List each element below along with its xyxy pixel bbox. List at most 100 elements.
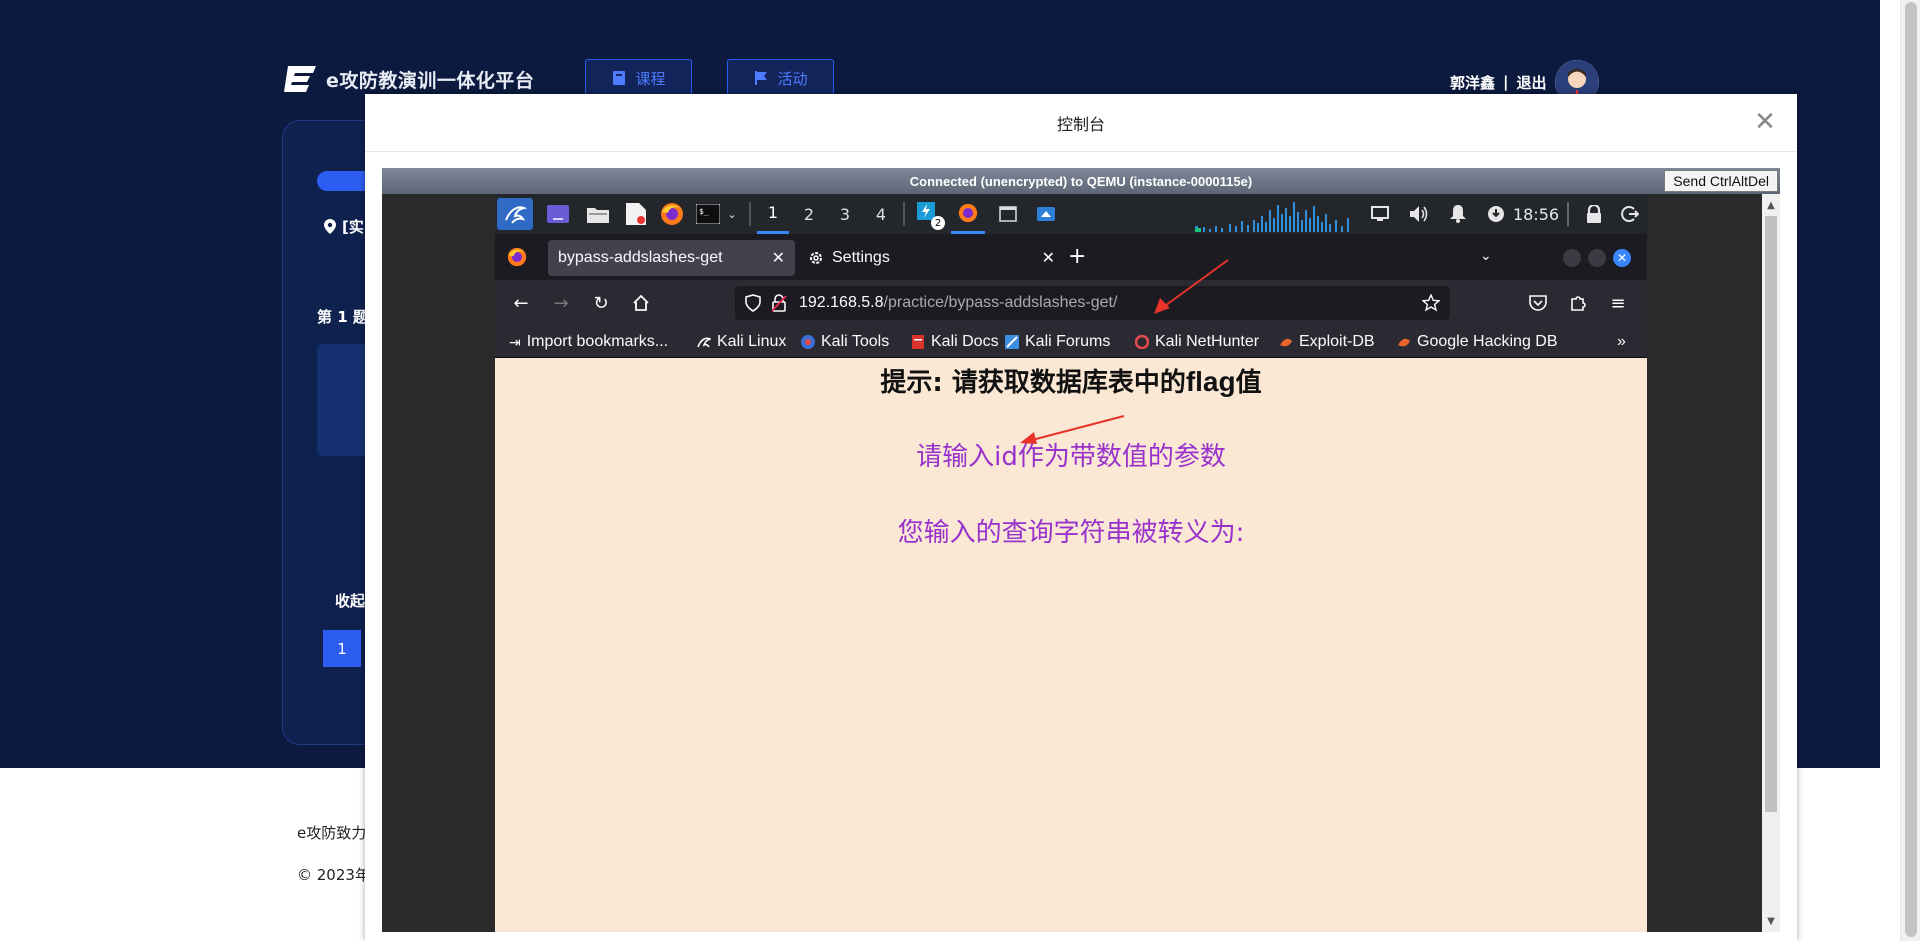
firefox-icon	[661, 203, 683, 225]
ghdb-icon	[1398, 338, 1410, 347]
bookmarks-overflow-icon[interactable]: »	[1617, 330, 1626, 354]
taskbar-app-button[interactable]	[1031, 194, 1061, 234]
bookmark-label: Kali Docs	[931, 333, 999, 350]
url-bar[interactable]: 192.168.5.8/practice/bypass-addslashes-g…	[735, 286, 1450, 320]
menu-hamburger-icon[interactable]: ≡	[1605, 290, 1631, 316]
forward-icon[interactable]: →	[548, 290, 574, 316]
display-button[interactable]	[1365, 194, 1395, 234]
vnc-scrollbar[interactable]: ▲ ▼	[1762, 194, 1780, 932]
bookmark-google-hacking-db[interactable]: Google Hacking DB	[1397, 330, 1558, 354]
nav-activity-button[interactable]: 活动	[727, 59, 834, 97]
bookmark-kali-tools[interactable]: Kali Tools	[801, 330, 889, 354]
kali-top-panel: $_ ⌄ 1 2 3 4 2 18:56	[495, 194, 1647, 234]
home-icon[interactable]	[628, 290, 654, 316]
firefox-icon	[507, 247, 527, 267]
bookmark-import[interactable]: ⇥ Import bookmarks...	[509, 330, 668, 354]
vnc-status-bar: Connected (unencrypted) to QEMU (instanc…	[382, 168, 1780, 194]
bookmark-exploit-db[interactable]: Exploit-DB	[1279, 330, 1375, 354]
notification-badge: 2	[931, 216, 945, 230]
panel-clock[interactable]: 18:56	[1511, 194, 1561, 234]
taskbar-burp-button[interactable]: 2	[913, 194, 945, 234]
updates-button[interactable]	[1481, 194, 1511, 234]
e-logo-icon	[284, 66, 316, 92]
bookmark-kali-forums[interactable]: Kali Forums	[1005, 330, 1110, 354]
maximize-window-button[interactable]	[1588, 249, 1606, 267]
lock-screen-button[interactable]	[1579, 194, 1609, 234]
reload-icon[interactable]: ↻	[588, 290, 614, 316]
nethunter-icon	[1135, 335, 1149, 349]
panel-separator-2	[903, 202, 905, 226]
terminal-launcher-button[interactable]: $_	[693, 194, 723, 234]
chevron-down-icon[interactable]: ⌄	[723, 194, 741, 234]
bookmark-star-icon[interactable]	[1422, 294, 1440, 312]
extensions-icon[interactable]	[1565, 290, 1591, 316]
terminal-window-icon	[999, 206, 1017, 222]
logout-icon	[1621, 206, 1639, 222]
vnc-scrollbar-thumb[interactable]	[1765, 216, 1777, 812]
hint-flag: flag	[1185, 366, 1236, 397]
bookmarks-bar: ⇥ Import bookmarks... Kali Linux Kali To…	[495, 326, 1647, 358]
bookmark-kali-docs[interactable]: Kali Docs	[911, 330, 999, 354]
annotation-arrow-url	[1154, 259, 1229, 314]
back-icon[interactable]: ←	[508, 290, 534, 316]
workspace-1[interactable]: 1	[757, 194, 789, 234]
logout-link[interactable]: 退出	[1517, 72, 1547, 93]
bookmark-kali-linux[interactable]: Kali Linux	[697, 330, 786, 354]
pocket-icon[interactable]	[1525, 290, 1551, 316]
firefox-launcher-button[interactable]	[657, 194, 687, 234]
user-name[interactable]: 郭洋鑫	[1450, 72, 1495, 93]
panel-separator	[749, 202, 751, 226]
notifications-button[interactable]	[1443, 194, 1473, 234]
vnc-status-text: Connected (unencrypted) to QEMU (instanc…	[909, 173, 1253, 189]
text-editor-button[interactable]	[621, 194, 651, 234]
file-manager-button[interactable]	[583, 194, 613, 234]
firefox-nav-bar: ← → ↻ 192.168.5.8/practice/bypass-addsla…	[495, 280, 1647, 326]
workspace-4[interactable]: 4	[865, 194, 897, 234]
workspace-3[interactable]: 3	[829, 194, 861, 234]
new-tab-icon[interactable]: +	[1068, 246, 1086, 268]
cpu-graph	[1195, 194, 1355, 234]
workspace-2[interactable]: 2	[793, 194, 825, 234]
minimize-window-button[interactable]	[1563, 249, 1581, 267]
user-separator: |	[1503, 73, 1509, 91]
tab-bypass-addslashes-get[interactable]: bypass-addslashes-get ✕	[548, 240, 795, 276]
monitor-icon	[1371, 206, 1389, 221]
close-tab-icon[interactable]: ✕	[772, 248, 785, 268]
firefox-view-button[interactable]	[507, 247, 527, 271]
import-icon: ⇥	[509, 333, 521, 350]
logout-power-button[interactable]	[1615, 194, 1645, 234]
kali-desktop[interactable]: $_ ⌄ 1 2 3 4 2 18:56 bypass-addslashes-g…	[495, 194, 1647, 932]
show-desktop-button[interactable]	[543, 194, 573, 234]
bookmark-kali-nethunter[interactable]: Kali NetHunter	[1135, 330, 1259, 354]
collapse-button[interactable]: 收起	[335, 590, 365, 611]
kali-menu-button[interactable]	[497, 198, 533, 230]
volume-button[interactable]	[1405, 194, 1435, 234]
taskbar-terminal-button[interactable]	[993, 194, 1023, 234]
tab-settings[interactable]: Settings ✕	[808, 240, 1055, 276]
close-tab-icon[interactable]: ✕	[1042, 248, 1055, 268]
bookmark-label: Kali Tools	[821, 333, 890, 350]
platform-logo[interactable]: e攻防教演训一体化平台	[282, 64, 534, 94]
bookmark-label: Google Hacking DB	[1417, 333, 1558, 350]
footer-copyright: © 2023年	[297, 866, 370, 884]
page-hint: 提示: 请获取数据库表中的flag值	[495, 362, 1647, 399]
page-number-button[interactable]: 1	[323, 630, 361, 667]
kali-forums-icon	[1005, 335, 1019, 349]
nav-course-button[interactable]: 课程	[585, 59, 692, 97]
pocket-shape	[1529, 295, 1547, 311]
url-host: 192.168.5.8	[799, 294, 884, 311]
tab-list-chevron-icon[interactable]: ⌄	[1480, 248, 1492, 264]
window-app-icon	[1037, 207, 1055, 221]
close-window-icon[interactable]: ✕	[1613, 249, 1631, 267]
page-scrollbar[interactable]	[1900, 0, 1920, 941]
text-editor-icon	[626, 203, 646, 225]
scroll-down-icon[interactable]: ▼	[1762, 912, 1780, 930]
close-icon[interactable]: ✕	[1751, 107, 1779, 137]
bookmark-label: Kali Forums	[1025, 333, 1111, 350]
nav-activity-label: 活动	[777, 69, 808, 88]
lock-icon	[1587, 205, 1601, 223]
send-ctrlaltdel-button[interactable]: Send CtrlAltDel	[1664, 170, 1778, 192]
scroll-up-icon[interactable]: ▲	[1762, 196, 1780, 214]
taskbar-firefox-button[interactable]	[951, 194, 985, 234]
page-scrollbar-thumb[interactable]	[1905, 2, 1917, 937]
